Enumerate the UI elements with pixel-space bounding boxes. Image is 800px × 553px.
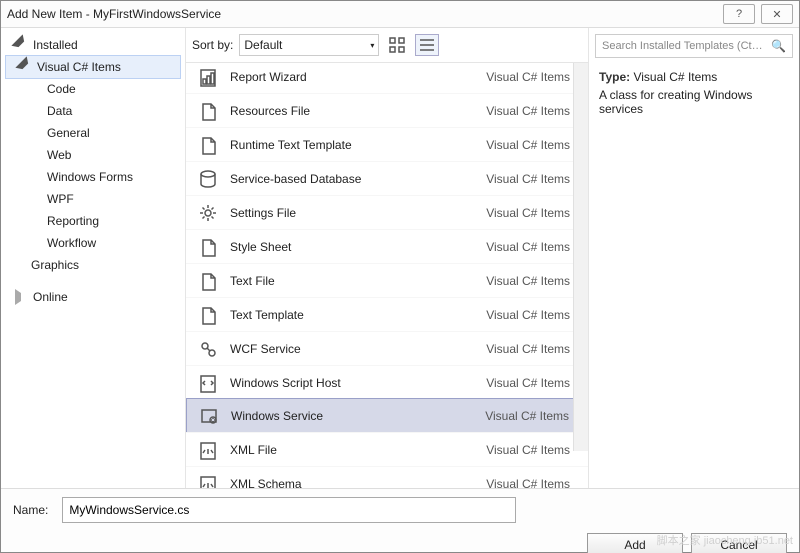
- chevron-down-icon: ▾: [370, 41, 374, 50]
- template-row[interactable]: Windows Script Host Visual C# Items: [186, 365, 588, 399]
- category-tree: Installed Visual C# Items Code Data Gene…: [1, 28, 186, 488]
- type-row: Type: Visual C# Items: [599, 70, 789, 84]
- add-button[interactable]: Add: [587, 533, 683, 553]
- template-label: Text Template: [230, 308, 476, 322]
- template-category: Visual C# Items: [486, 172, 570, 186]
- template-category: Visual C# Items: [486, 206, 570, 220]
- template-label: Service-based Database: [230, 172, 476, 186]
- scrollbar[interactable]: [573, 63, 588, 451]
- tree-reporting[interactable]: Reporting: [1, 210, 185, 232]
- sortby-dropdown[interactable]: Default ▾: [239, 34, 379, 56]
- template-label: Resources File: [230, 104, 476, 118]
- template-label: Settings File: [230, 206, 476, 220]
- template-icon: [196, 65, 220, 89]
- template-category: Visual C# Items: [486, 342, 570, 356]
- template-row[interactable]: Windows Service Visual C# Items: [186, 398, 588, 433]
- template-label: Style Sheet: [230, 240, 476, 254]
- tree-workflow[interactable]: Workflow: [1, 232, 185, 254]
- cancel-button[interactable]: Cancel: [691, 533, 787, 553]
- template-icon: [196, 337, 220, 361]
- template-row[interactable]: Service-based Database Visual C# Items: [186, 161, 588, 195]
- tree-code[interactable]: Code: [1, 78, 185, 100]
- tree-online[interactable]: Online: [1, 286, 185, 308]
- type-label: Type:: [599, 70, 630, 84]
- template-row[interactable]: Resources File Visual C# Items: [186, 93, 588, 127]
- template-row[interactable]: Runtime Text Template Visual C# Items: [186, 127, 588, 161]
- template-category: Visual C# Items: [486, 477, 570, 489]
- template-icon: [196, 371, 220, 395]
- template-list[interactable]: ReportVisual C# ItemsReport WizardVisual…: [186, 63, 588, 488]
- template-category: Visual C# Items: [486, 308, 570, 322]
- name-input[interactable]: [62, 497, 516, 523]
- template-row[interactable]: Text File Visual C# Items: [186, 263, 588, 297]
- template-row[interactable]: Settings File Visual C# Items: [186, 195, 588, 229]
- template-label: Report Wizard: [230, 70, 476, 84]
- close-button[interactable]: ✕: [761, 4, 793, 24]
- search-placeholder: Search Installed Templates (Ctrl+E): [602, 40, 765, 52]
- type-value: Visual C# Items: [633, 70, 717, 84]
- details-pane: Search Installed Templates (Ctrl+E) 🔍 Ty…: [588, 28, 799, 488]
- tree-web[interactable]: Web: [1, 144, 185, 166]
- template-row[interactable]: WCF Service Visual C# Items: [186, 331, 588, 365]
- template-label: Windows Script Host: [230, 376, 476, 390]
- chevron-down-icon: [11, 34, 32, 55]
- close-icon: ✕: [772, 8, 781, 21]
- template-category: Visual C# Items: [486, 70, 570, 84]
- template-icon: [196, 201, 220, 225]
- template-label: WCF Service: [230, 342, 476, 356]
- template-label: XML Schema: [230, 477, 476, 489]
- view-medium-icons-button[interactable]: [385, 34, 409, 56]
- tree-windows-forms[interactable]: Windows Forms: [1, 166, 185, 188]
- template-category: Visual C# Items: [486, 104, 570, 118]
- tree-data[interactable]: Data: [1, 100, 185, 122]
- sortby-label: Sort by:: [192, 38, 233, 52]
- template-icon: [196, 472, 220, 489]
- template-category: Visual C# Items: [486, 376, 570, 390]
- template-icon: [196, 303, 220, 327]
- template-icon: [196, 167, 220, 191]
- list-icon: [417, 35, 437, 55]
- title-bar: Add New Item - MyFirstWindowsService ? ✕: [1, 1, 799, 28]
- window-title: Add New Item - MyFirstWindowsService: [7, 7, 221, 21]
- template-icon: [196, 269, 220, 293]
- help-button[interactable]: ?: [723, 4, 755, 24]
- template-label: Text File: [230, 274, 476, 288]
- template-icon: [197, 404, 221, 428]
- tree-visual-csharp-items[interactable]: Visual C# Items: [5, 55, 181, 79]
- template-row[interactable]: XML File Visual C# Items: [186, 432, 588, 466]
- template-icon: [196, 99, 220, 123]
- template-description: A class for creating Windows services: [599, 88, 789, 116]
- template-category: Visual C# Items: [486, 443, 570, 457]
- help-icon: ?: [736, 8, 742, 20]
- sort-bar: Sort by: Default ▾: [186, 28, 588, 63]
- name-label: Name:: [13, 503, 48, 517]
- view-details-button[interactable]: [415, 34, 439, 56]
- template-row[interactable]: Report Wizard Visual C# Items: [186, 63, 588, 93]
- template-category: Visual C# Items: [485, 409, 569, 423]
- template-label: Runtime Text Template: [230, 138, 476, 152]
- template-row[interactable]: Style Sheet Visual C# Items: [186, 229, 588, 263]
- search-input[interactable]: Search Installed Templates (Ctrl+E) 🔍: [595, 34, 793, 58]
- template-icon: [196, 235, 220, 259]
- template-category: Visual C# Items: [486, 274, 570, 288]
- template-label: XML File: [230, 443, 476, 457]
- template-label: Windows Service: [231, 409, 475, 423]
- chevron-down-icon: [15, 56, 36, 77]
- dialog-footer: Name: Add Cancel 脚本之家 jiaocheng.jb51.net: [1, 488, 799, 552]
- search-icon: 🔍: [771, 39, 786, 53]
- template-icon: [196, 133, 220, 157]
- template-row[interactable]: XML Schema Visual C# Items: [186, 466, 588, 488]
- tree-graphics[interactable]: Graphics: [1, 254, 185, 276]
- grid-icon: [387, 35, 407, 55]
- template-category: Visual C# Items: [486, 138, 570, 152]
- tree-wpf[interactable]: WPF: [1, 188, 185, 210]
- template-category: Visual C# Items: [486, 240, 570, 254]
- template-row[interactable]: Text Template Visual C# Items: [186, 297, 588, 331]
- template-pane: Sort by: Default ▾ ReportVisual C# Items…: [186, 28, 588, 488]
- template-icon: [196, 438, 220, 462]
- tree-general[interactable]: General: [1, 122, 185, 144]
- tree-installed[interactable]: Installed: [1, 34, 185, 56]
- chevron-right-icon: [15, 289, 29, 305]
